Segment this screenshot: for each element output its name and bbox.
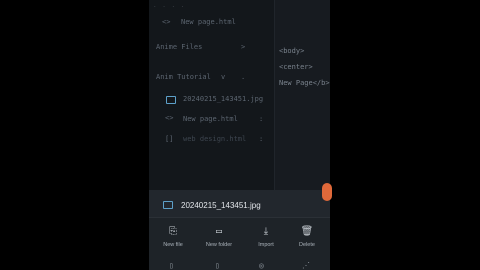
file-icon[interactable]: ▯ <box>215 261 220 270</box>
code-icon: <> <box>162 18 171 26</box>
sidebar-item-label: New page.html <box>183 115 238 123</box>
tree-dot: . <box>241 73 246 81</box>
new-folder-icon: ▭ <box>215 226 223 237</box>
sidebar-item-label: web design.html <box>183 135 247 143</box>
sidebar-item-label: 20240215_143451.jpg <box>183 95 264 103</box>
delete-label: Delete <box>299 242 315 248</box>
code-icon: <> <box>165 114 174 122</box>
delete-icon: 🗑 <box>300 226 314 237</box>
folder-label: Anim Tutorial <box>156 73 211 81</box>
image-icon <box>166 96 176 104</box>
code-line: <body> <box>279 47 305 55</box>
tree-dot: : <box>259 135 264 143</box>
code-editor[interactable]: <body> <center> New Page</b> <box>274 0 330 190</box>
import-label: Import <box>258 242 274 248</box>
file-explorer-panel: . . . . <> New page.html Anime Files > A… <box>149 0 274 190</box>
new-file-label: New file <box>163 242 183 248</box>
code-line: <center> <box>279 63 313 71</box>
floating-action-button[interactable] <box>322 183 332 201</box>
tree-guides: . . . . <box>153 2 186 9</box>
import-button[interactable]: ⤓ Import <box>245 226 287 248</box>
new-file-icon: ⎘ <box>169 226 177 237</box>
chevron-icon: > <box>241 43 246 51</box>
code-line: New Page</b> <box>279 79 330 87</box>
share-icon[interactable]: ⋰ <box>302 261 310 270</box>
new-folder-label: New folder <box>205 242 233 248</box>
settings-icon[interactable]: ◎ <box>259 261 264 270</box>
brackets-icon: [] <box>165 135 174 143</box>
image-icon <box>163 201 173 209</box>
selected-file-name: 20240215_143451.jpg <box>181 201 261 210</box>
import-icon: ⤓ <box>263 226 269 237</box>
chevron-down-icon: v <box>221 73 226 81</box>
sidebar-item-label: New page.html <box>181 18 236 26</box>
phone-screen: . . . . <> New page.html Anime Files > A… <box>149 0 330 270</box>
delete-button[interactable]: 🗑 Delete <box>286 226 328 248</box>
tree-dot: : <box>259 115 264 123</box>
new-file-button[interactable]: ⎘ New file <box>152 226 194 248</box>
new-folder-button[interactable]: ▭ New folder <box>198 226 240 248</box>
folder-label: Anime Files <box>156 43 203 51</box>
copy-icon[interactable]: ▯ <box>169 261 174 270</box>
